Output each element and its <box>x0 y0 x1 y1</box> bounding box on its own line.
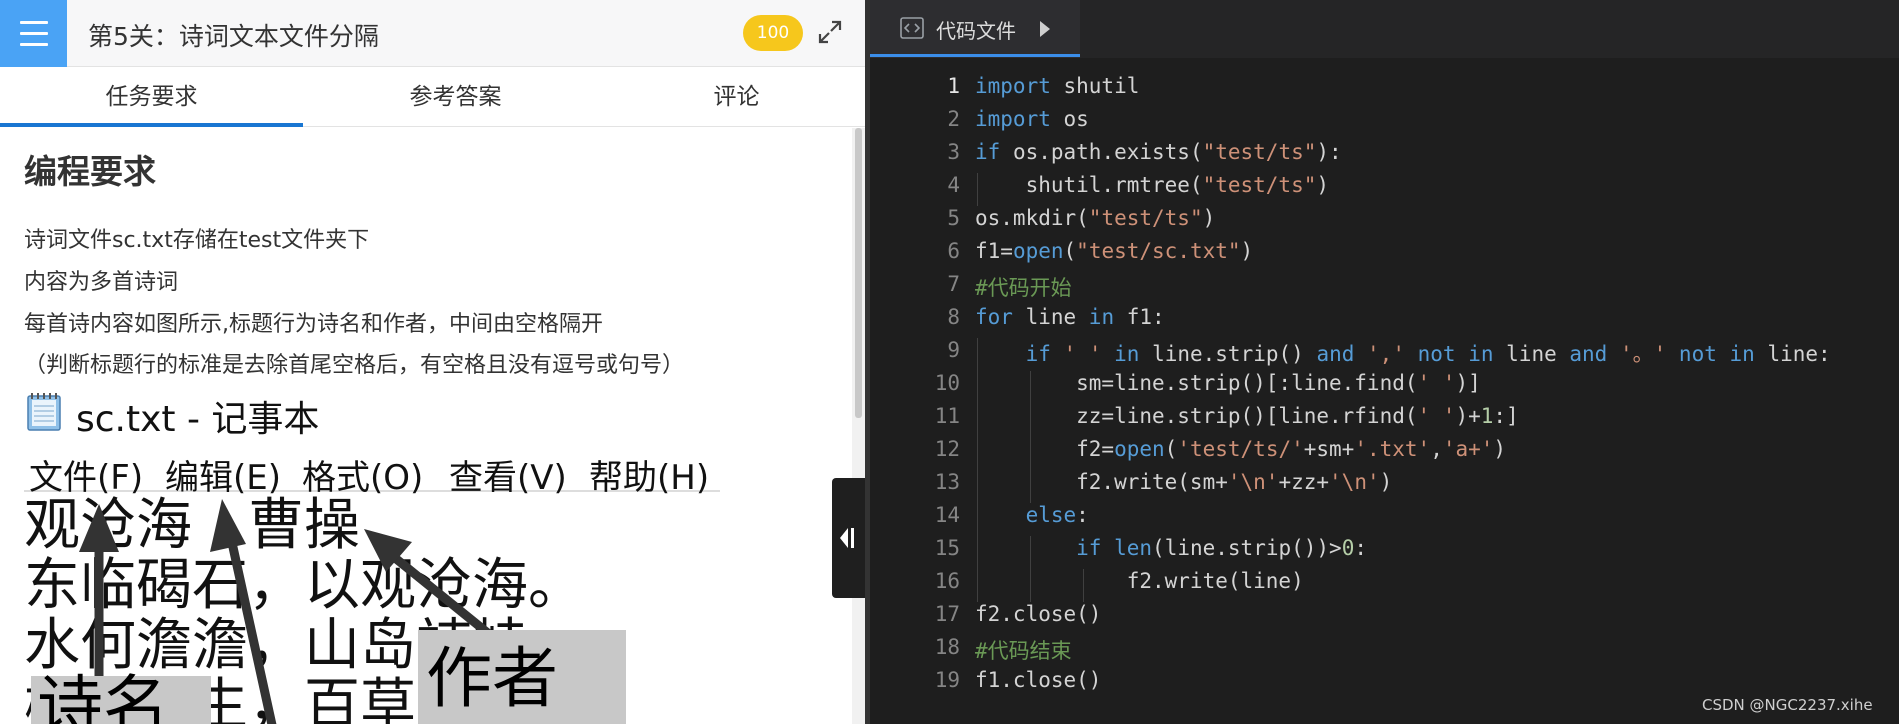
code-line[interactable]: f2.write(sm+'\n'+zz+'\n') <box>975 470 1392 494</box>
expand-icon[interactable] <box>816 18 844 46</box>
indent-guide <box>1030 536 1032 602</box>
editor-tab-indicator <box>870 54 1080 57</box>
code-line[interactable]: f2=open('test/ts/'+sm+'.txt','a+') <box>975 437 1506 461</box>
tab-task-requirements[interactable]: 任务要求 <box>0 67 303 127</box>
caret-right-icon[interactable] <box>1040 21 1050 37</box>
poem-name-label: 诗名 <box>37 668 169 724</box>
line-number: 5 <box>947 206 960 230</box>
code-line[interactable]: sm=line.strip()[:line.find(' ')] <box>975 371 1481 395</box>
pane-divider[interactable] <box>865 0 870 724</box>
line-number: 16 <box>934 569 960 593</box>
editor-file-tab[interactable]: 代码文件 <box>870 0 1080 58</box>
requirement-line: 内容为多首诗词 <box>24 270 179 295</box>
code-line[interactable]: if len(line.strip())>0: <box>975 536 1367 560</box>
code-line[interactable]: for line in f1: <box>975 305 1165 329</box>
editor-file-tab-label: 代码文件 <box>936 19 1016 43</box>
line-number: 9 <box>947 338 960 362</box>
requirement-line: （判断标题行的标准是去除首尾空格后，有空格且没有逗号或句号） <box>24 353 685 378</box>
poem-name-label-box: 诗名 <box>31 672 211 724</box>
hamburger-icon-bar <box>20 43 48 46</box>
notepad-screenshot: sc.txt - 记事本 文件(F) 编辑(E) 格式(O) 查看(V) 帮助(… <box>24 384 720 724</box>
line-number: 17 <box>934 602 960 626</box>
task-panel: 第5关：诗词文本文件分隔 100 任务要求 参考答案 评论 编程要求 诗词文件s… <box>0 0 865 724</box>
menu-button[interactable] <box>0 0 67 67</box>
collapse-left-icon <box>840 528 854 548</box>
line-number: 6 <box>947 239 960 263</box>
watermark: CSDN @NGC2237.xihe <box>1702 696 1873 714</box>
author-label-box: 作者 <box>418 630 626 724</box>
top-bar: 第5关：诗词文本文件分隔 100 <box>0 0 865 67</box>
code-line[interactable]: import shutil <box>975 74 1139 98</box>
section-heading: 编程要求 <box>24 152 156 191</box>
requirement-line: 每首诗内容如图所示,标题行为诗名和作者，中间由空格隔开 <box>24 312 603 337</box>
line-number-gutter: 1 2 3 4 5 6 7 8 9 10 11 12 13 14 15 16 17 18 19 <box>885 58 960 724</box>
line-number: 15 <box>934 536 960 560</box>
code-line[interactable]: if os.path.exists("test/ts"): <box>975 140 1342 164</box>
indent-guide <box>977 338 978 602</box>
line-number: 13 <box>934 470 960 494</box>
line-number: 19 <box>934 668 960 692</box>
code-line[interactable]: if ' ' in line.strip() and ',' not in li… <box>975 338 1831 368</box>
line-number: 4 <box>947 173 960 197</box>
line-number: 11 <box>934 404 960 428</box>
line-number: 10 <box>934 371 960 395</box>
code-line[interactable]: else: <box>975 503 1089 527</box>
score-badge: 100 <box>743 15 803 51</box>
code-line[interactable]: #代码开始 <box>975 272 1072 302</box>
code-editor: 代码文件 1 2 3 4 5 6 7 8 9 10 11 12 13 14 15 16 17 18 19 impor… <box>865 0 1899 724</box>
tab-comments[interactable]: 评论 <box>608 67 865 127</box>
code-line[interactable]: f2.close() <box>975 602 1101 626</box>
line-number: 18 <box>934 635 960 659</box>
hamburger-icon <box>20 21 48 24</box>
indent-guide <box>1030 371 1032 503</box>
content-scrollbar[interactable] <box>852 128 865 724</box>
code-line[interactable]: import os <box>975 107 1089 131</box>
task-content: 编程要求 诗词文件sc.txt存储在test文件夹下 内容为多首诗词 每首诗内容… <box>0 128 852 724</box>
indent-guide <box>977 173 978 206</box>
page-title: 第5关：诗词文本文件分隔 <box>88 22 379 51</box>
line-number: 1 <box>947 74 960 98</box>
line-number: 8 <box>947 305 960 329</box>
code-area[interactable]: import shutil import os if os.path.exists(… <box>975 58 1895 724</box>
code-line[interactable]: f1=open("test/sc.txt") <box>975 239 1253 263</box>
code-line[interactable]: f1.close() <box>975 668 1101 692</box>
active-tab-indicator <box>0 123 303 127</box>
line-number: 14 <box>934 503 960 527</box>
hamburger-icon-bar <box>20 32 48 35</box>
code-line[interactable]: shutil.rmtree("test/ts") <box>975 173 1329 197</box>
line-number: 12 <box>934 437 960 461</box>
indent-guide <box>1083 569 1085 602</box>
line-number: 7 <box>947 272 960 296</box>
tab-bar: 任务要求 参考答案 评论 <box>0 67 865 127</box>
code-line[interactable]: os.mkdir("test/ts") <box>975 206 1215 230</box>
code-file-icon <box>900 17 924 39</box>
line-number: 2 <box>947 107 960 131</box>
code-line[interactable]: #代码结束 <box>975 635 1072 665</box>
collapse-panel-button[interactable] <box>832 478 865 598</box>
line-number: 3 <box>947 140 960 164</box>
scrollbar-thumb[interactable] <box>855 128 862 418</box>
tab-reference-answer[interactable]: 参考答案 <box>303 67 608 127</box>
code-line[interactable]: zz=line.strip()[line.rfind(' ')+1:] <box>975 404 1519 428</box>
author-label: 作者 <box>426 640 558 717</box>
code-line[interactable]: f2.write(line) <box>975 569 1304 593</box>
requirement-line: 诗词文件sc.txt存储在test文件夹下 <box>24 228 370 253</box>
